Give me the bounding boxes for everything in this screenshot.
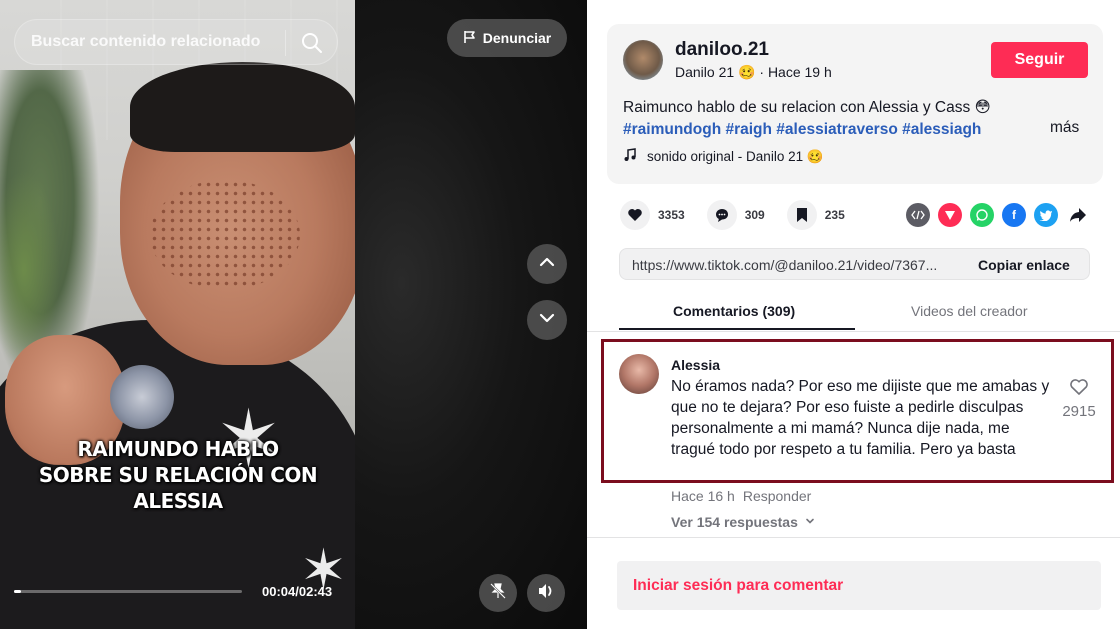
report-button[interactable]: Denunciar: [447, 19, 567, 57]
like-count: 3353: [658, 208, 685, 222]
engagement-stats: 3353 309 235: [620, 200, 867, 230]
post-time: Hace 19 h: [767, 64, 832, 80]
video-url[interactable]: https://www.tiktok.com/@daniloo.21/video…: [632, 257, 962, 273]
video-progress-bar[interactable]: [14, 590, 242, 593]
like-button[interactable]: 3353: [620, 200, 685, 230]
save-button[interactable]: 235: [786, 200, 845, 230]
meta-separator: ·: [759, 64, 768, 80]
commenter-name[interactable]: Alessia: [671, 357, 720, 373]
chevron-down-icon: [804, 514, 816, 530]
author-avatar[interactable]: [623, 40, 663, 80]
heart-outline-icon: [1069, 379, 1089, 400]
next-video-button[interactable]: [527, 300, 567, 340]
comment-time: Hace 16 h: [671, 488, 735, 504]
facebook-icon[interactable]: f: [1002, 203, 1026, 227]
microphone: [110, 365, 174, 429]
share-arrow-icon[interactable]: [1066, 203, 1090, 227]
author-meta: Danilo 21 🥴 · Hace 19 h: [675, 64, 832, 81]
view-replies-label: Ver 154 respuestas: [671, 514, 798, 530]
video-progress-fill: [14, 590, 21, 593]
comment-icon: [706, 200, 737, 230]
heart-icon: [620, 200, 650, 230]
bookmark-icon: [786, 200, 817, 230]
tiktok-video-page: ✶ ✶ RAIMUNDO HABLO SOBRE SU RELACIÓN CON…: [0, 0, 1120, 629]
save-count: 235: [824, 208, 845, 222]
volume-button[interactable]: [527, 574, 565, 612]
comment-text: No éramos nada? Por eso me dijiste que m…: [671, 378, 1050, 458]
view-replies-button[interactable]: Ver 154 respuestas: [671, 514, 816, 530]
whatsapp-icon[interactable]: [970, 203, 994, 227]
video-info-panel: daniloo.21 Danilo 21 🥴 · Hace 19 h Segui…: [587, 0, 1120, 629]
login-to-comment-link[interactable]: Iniciar sesión para comentar: [633, 577, 843, 595]
author-username[interactable]: daniloo.21: [675, 39, 769, 61]
embed-icon[interactable]: [906, 203, 930, 227]
search-divider: [285, 30, 286, 56]
floating-player-button[interactable]: [479, 574, 517, 612]
comment-like-button[interactable]: 2915: [1061, 378, 1097, 420]
comment-meta: Hace 16 h Responder: [671, 488, 811, 504]
video-description: Raimunco hablo de su relacion con Alessi…: [623, 99, 991, 116]
sound-link[interactable]: sonido original - Danilo 21 🥴: [623, 148, 824, 165]
video-player[interactable]: ✶ ✶ RAIMUNDO HABLO SOBRE SU RELACIÓN CON…: [0, 0, 587, 629]
video-time: 00:04/02:43: [262, 584, 333, 599]
person-hair: [130, 62, 355, 152]
report-label: Denunciar: [482, 30, 552, 46]
pin-off-icon: [489, 582, 507, 605]
search-icon[interactable]: [300, 31, 324, 55]
video-frame[interactable]: ✶ ✶ RAIMUNDO HABLO SOBRE SU RELACIÓN CON…: [0, 0, 355, 629]
video-hashtags[interactable]: #raimundogh #raigh #alessiatraverso #ale…: [623, 119, 1018, 141]
sound-label: sonido original - Danilo 21 🥴: [647, 148, 824, 164]
send-to-friends-icon[interactable]: [938, 203, 962, 227]
author-card: daniloo.21 Danilo 21 🥴 · Hace 19 h Segui…: [607, 24, 1103, 184]
comment-button[interactable]: 309: [706, 200, 765, 230]
author-display-name: Danilo 21 🥴: [675, 64, 756, 80]
twitter-icon[interactable]: [1034, 203, 1058, 227]
login-to-comment-box[interactable]: Iniciar sesión para comentar: [617, 561, 1101, 610]
more-button[interactable]: más: [1050, 119, 1079, 137]
search-input[interactable]: Buscar contenido relacionado: [31, 33, 260, 51]
flag-icon: [463, 30, 477, 47]
search-bar[interactable]: Buscar contenido relacionado: [14, 19, 338, 65]
copy-link-button[interactable]: Copiar enlace: [978, 257, 1070, 273]
tab-comments[interactable]: Comentarios (309): [673, 303, 795, 319]
commenter-avatar[interactable]: [619, 354, 659, 394]
active-tab-indicator: [619, 328, 855, 330]
chevron-up-icon: [537, 252, 557, 277]
video-link-box: https://www.tiktok.com/@daniloo.21/video…: [619, 248, 1090, 280]
face-freckles: [150, 180, 300, 290]
video-caption: RAIMUNDO HABLO SOBRE SU RELACIÓN CON ALE…: [38, 437, 318, 513]
comment-count: 309: [744, 208, 765, 222]
previous-video-button[interactable]: [527, 244, 567, 284]
share-options: f: [906, 203, 1090, 227]
chevron-down-icon: [537, 308, 557, 333]
comments-divider: [587, 537, 1120, 538]
panel-tabs: Comentarios (309) Videos del creador: [587, 292, 1120, 332]
tab-creator-videos[interactable]: Videos del creador: [911, 303, 1027, 319]
reply-button[interactable]: Responder: [743, 488, 812, 504]
comment-like-count: 2915: [1062, 403, 1096, 420]
follow-button[interactable]: Seguir: [991, 42, 1088, 78]
music-note-icon: [623, 148, 637, 165]
volume-icon: [536, 581, 556, 606]
